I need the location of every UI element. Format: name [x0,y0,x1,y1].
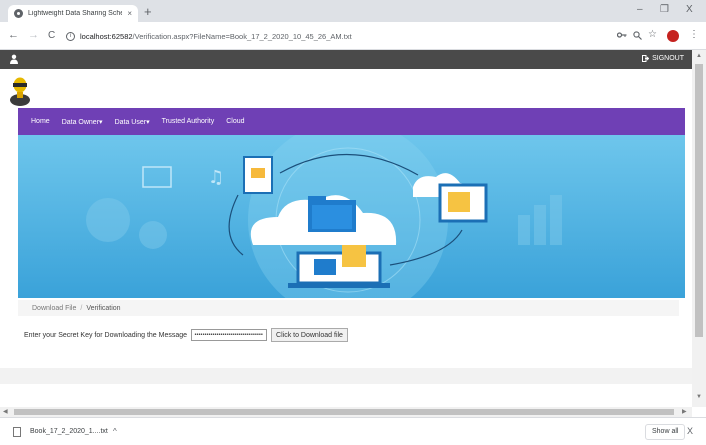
vertical-scrollbar[interactable]: ▲ ▼ [692,50,706,407]
breadcrumb: Download File / Verification [18,300,679,316]
file-icon [13,427,21,437]
vertical-scroll-thumb[interactable] [695,64,703,337]
new-tab-button[interactable]: + [144,5,152,18]
main-menu: Home Data Owner▾ Data User▾ Trusted Auth… [18,108,685,135]
restore-button[interactable]: ❐ [660,4,669,15]
back-button[interactable]: ← [8,29,19,41]
user-icon [10,54,18,64]
profile-avatar[interactable] [667,30,679,42]
browser-menu-icon[interactable]: ⋮ [689,29,699,40]
shelf-close-button[interactable]: X [687,426,693,436]
scroll-down-arrow-icon[interactable]: ▼ [696,394,702,400]
menu-item-home[interactable]: Home [31,118,50,125]
zoom-icon[interactable] [633,31,642,42]
signout-icon [642,55,650,62]
forward-button[interactable]: → [28,29,39,41]
window-close-button[interactable]: X [686,4,693,15]
secret-key-input[interactable]: •••••••••••••••••••••••••••••••••• [191,329,268,341]
address-bar-row: ← → C i localhost:62582/Verification.asp… [0,22,706,50]
breadcrumb-current: Verification [86,304,121,312]
download-shelf: Book_17_2_2020_1....txt ^ Show all X [0,417,706,445]
tab-strip: Lightweight Data Sharing Schem × + – ❐ X [0,0,706,22]
tab-close-icon[interactable]: × [127,9,132,18]
download-options-caret-icon[interactable]: ^ [113,427,117,436]
svg-text:♫: ♫ [208,167,224,188]
breadcrumb-download-file[interactable]: Download File [32,305,76,312]
secret-key-form: Enter your Secret Key for Downloading th… [24,328,348,342]
reload-button[interactable]: C [48,30,55,41]
scroll-right-arrow-icon[interactable]: ▶ [682,408,687,415]
page-footer-band [0,368,692,384]
breadcrumb-separator: / [80,304,83,312]
menu-item-data-user[interactable]: Data User▾ [115,118,150,126]
minimize-button[interactable]: – [637,4,643,15]
horizontal-scroll-thumb[interactable] [14,409,674,415]
signout-link[interactable]: SIGNOUT [642,55,684,62]
tab-title: Lightweight Data Sharing Schem [28,10,123,17]
signout-label: SIGNOUT [652,55,684,62]
key-icon[interactable] [616,31,627,41]
menu-item-data-owner[interactable]: Data Owner▾ [62,118,103,126]
show-all-button[interactable]: Show all [645,424,686,440]
bookmark-star-icon[interactable]: ☆ [648,29,657,40]
download-file-button[interactable]: Click to Download file [271,328,348,342]
horizontal-scrollbar[interactable]: ◀ ▶ [0,407,692,417]
favicon-icon [14,9,23,18]
page-viewport: SIGNOUT Home Data Owner▾ Data User▾ Trus… [0,50,692,407]
secret-key-label: Enter your Secret Key for Downloading th… [24,331,188,339]
scroll-up-arrow-icon[interactable]: ▲ [696,53,702,59]
site-info-icon[interactable]: i [66,31,75,41]
cloud-sharing-banner: ♫ [18,135,685,298]
url-text[interactable]: localhost:62582/Verification.aspx?FileNa… [80,32,352,41]
menu-item-cloud[interactable]: Cloud [226,118,244,125]
menu-item-trusted-authority[interactable]: Trusted Authority [162,118,215,125]
site-top-bar: SIGNOUT [0,50,692,69]
scroll-left-arrow-icon[interactable]: ◀ [3,408,8,415]
browser-tab[interactable]: Lightweight Data Sharing Schem × [8,5,138,22]
download-file-name[interactable]: Book_17_2_2020_1....txt [30,428,108,435]
address-bar[interactable]: i localhost:62582/Verification.aspx?File… [66,27,626,45]
site-logo [10,77,30,106]
